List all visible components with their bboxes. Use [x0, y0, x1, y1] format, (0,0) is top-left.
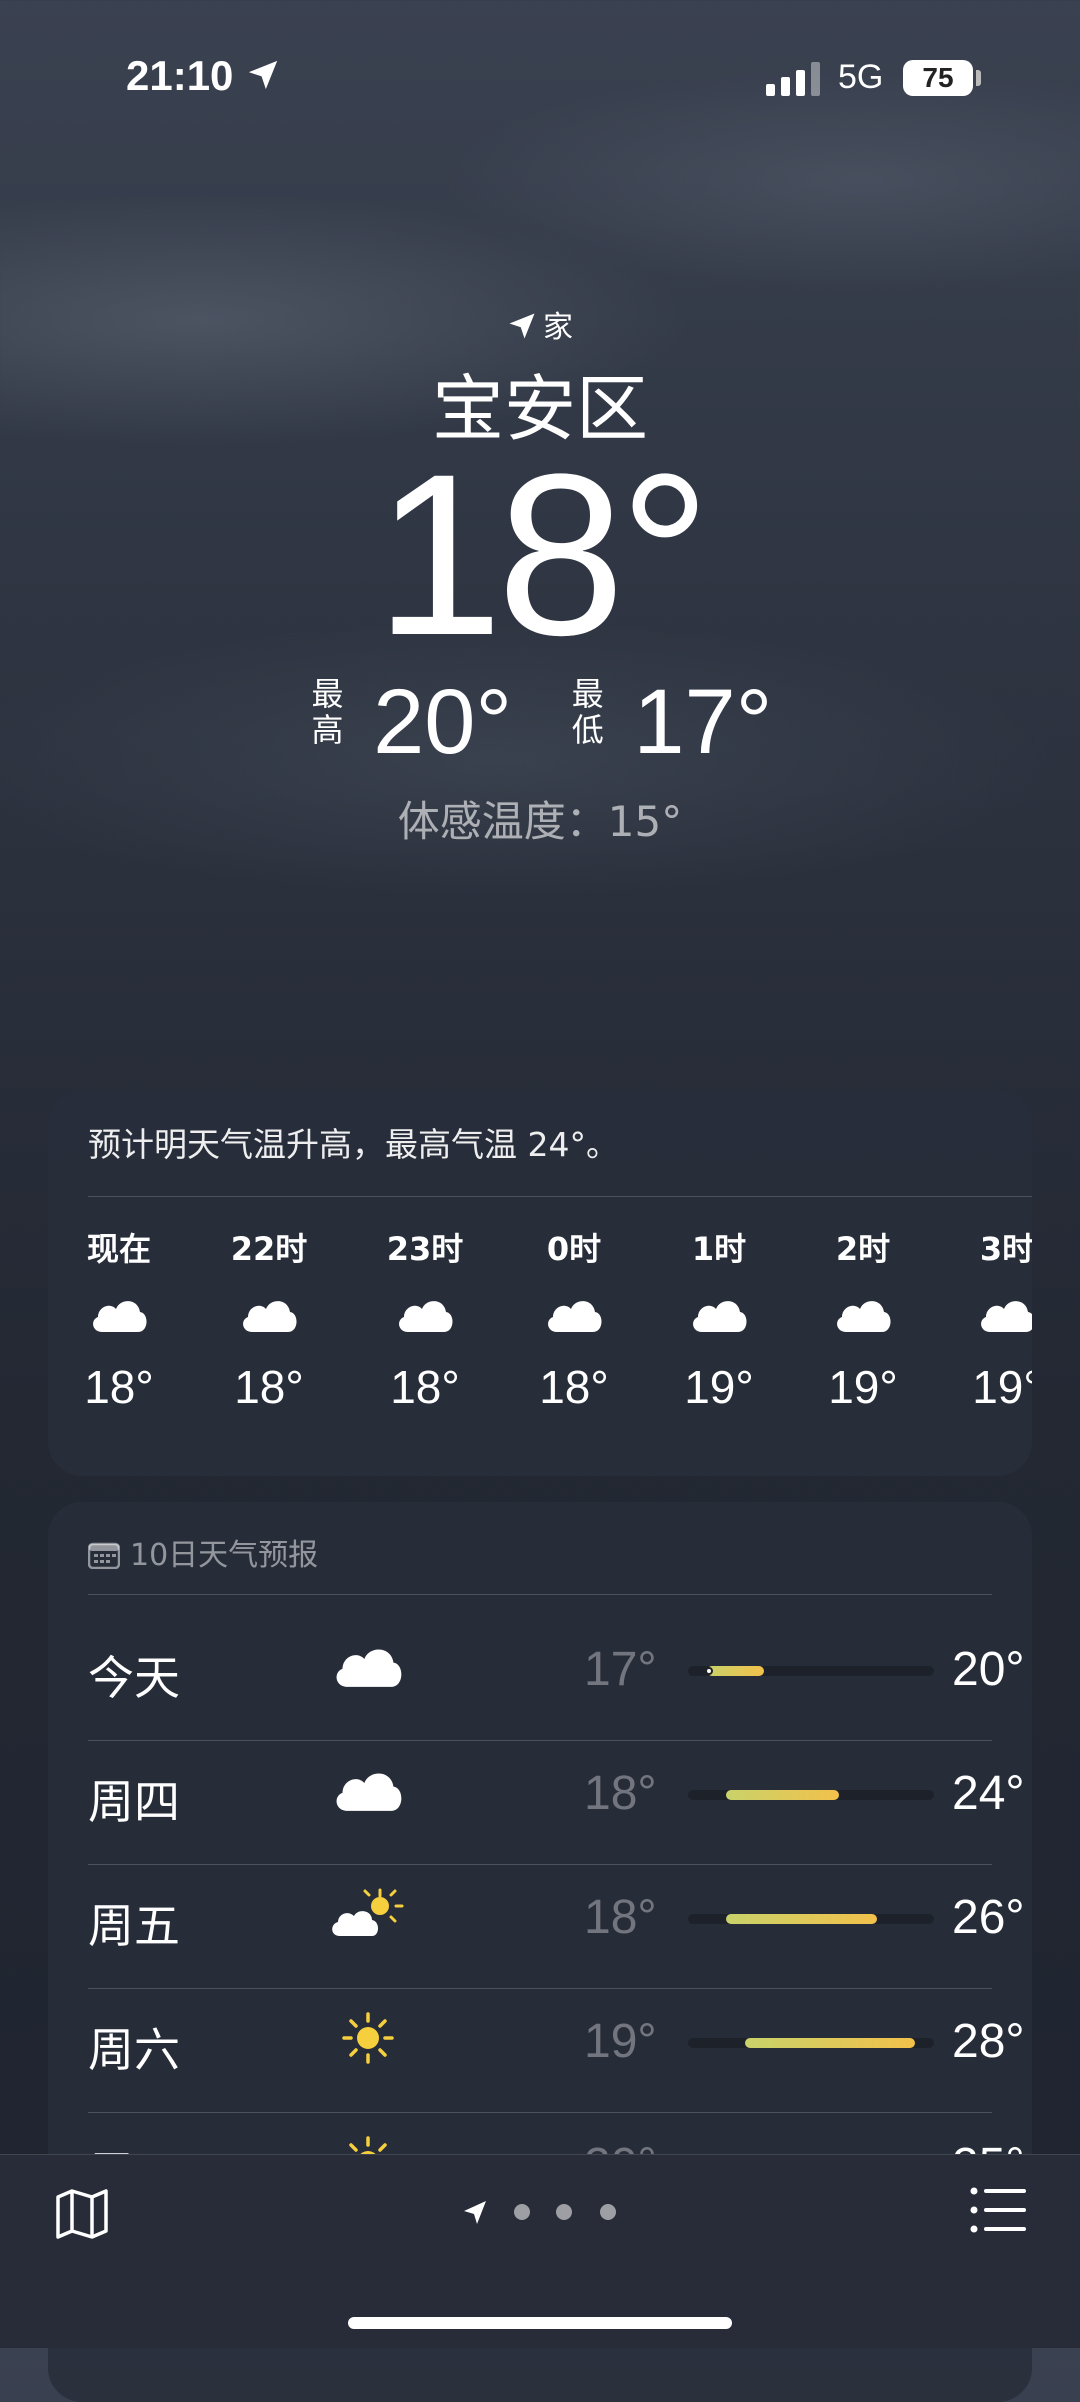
hourly-item: 现在 18° — [49, 1224, 189, 1414]
temperature-range-fill — [706, 1666, 764, 1676]
high-temperature: 26° — [952, 1891, 1025, 1944]
cloud-icon — [793, 1290, 933, 1350]
location-arrow-icon — [248, 60, 278, 90]
hour-temperature: 19° — [972, 1361, 1032, 1413]
temperature-range-bar — [688, 1914, 934, 1924]
hour-label: 2时 — [835, 1230, 891, 1268]
current-temp-dot — [704, 1667, 713, 1675]
day-label: 今天 — [88, 1651, 180, 1705]
location-arrow-icon — [509, 313, 535, 339]
feels-like: 体感温度：15° — [397, 797, 683, 846]
hourly-item: 23时 18° — [355, 1224, 495, 1414]
list-icon[interactable] — [970, 2185, 1026, 2235]
cloud-icon — [504, 1290, 644, 1350]
battery-tip — [976, 70, 981, 86]
temperature-range-bar — [688, 1666, 934, 1676]
day-label: 周六 — [88, 2023, 180, 2077]
bottom-toolbar — [0, 2154, 1080, 2348]
hour-label: 现在 — [86, 1230, 151, 1268]
daily-row[interactable]: 周六 19° 28° — [88, 1978, 1032, 2102]
high-temperature: 28° — [952, 2015, 1025, 2068]
high-temperature: 24° — [952, 1767, 1025, 1820]
hourly-item: 1时 19° — [649, 1224, 789, 1414]
hourly-item: 2时 19° — [793, 1224, 933, 1414]
cloud-icon — [937, 1290, 1032, 1350]
hour-temperature: 18° — [234, 1361, 304, 1413]
divider — [88, 1594, 992, 1595]
hour-temperature: 18° — [539, 1361, 609, 1413]
temperature-range-fill — [744, 2038, 916, 2048]
hour-label: 23时 — [386, 1230, 464, 1268]
low-label: 最低 — [571, 675, 604, 749]
location-home-row: 家 — [0, 302, 1080, 346]
daily-row[interactable]: 今天 17° 20° — [88, 1606, 1032, 1730]
hourly-item: 22时 18° — [199, 1224, 339, 1414]
forecast-summary: 预计明天气温升高，最高气温 24°。 — [88, 1125, 619, 1164]
divider — [88, 1196, 1032, 1197]
hourly-item: 3时 19° — [937, 1224, 1032, 1414]
cloud-icon — [328, 1760, 408, 1820]
hour-temperature: 18° — [84, 1361, 154, 1413]
cloud-icon — [49, 1290, 189, 1350]
low-temperature: 18° — [584, 1891, 657, 1944]
temperature-range-fill — [725, 1914, 878, 1924]
daily-row[interactable]: 周五 18° 26° — [88, 1854, 1032, 1978]
partly-sunny-icon — [328, 1884, 408, 1944]
network-type: 5G — [838, 58, 884, 96]
ten-day-title: 10日天气预报 — [130, 1538, 319, 1573]
cellular-signal-icon — [766, 62, 820, 96]
battery-level: 75 — [922, 62, 954, 93]
hour-label: 0时 — [546, 1230, 602, 1268]
current-temperature: 18° — [375, 426, 711, 683]
battery-icon: 75 — [903, 60, 973, 96]
day-label: 周四 — [88, 1775, 180, 1829]
home-label: 家 — [543, 310, 573, 345]
ten-day-header: 10日天气预报 — [87, 1530, 319, 1574]
temperature-range-fill — [725, 1790, 840, 1800]
hour-temperature: 18° — [390, 1361, 460, 1413]
hour-label: 22时 — [230, 1230, 308, 1268]
low-temperature: 19° — [584, 2015, 657, 2068]
status-bar: 21:10 5G 75 — [0, 0, 1080, 150]
temperature-range-bar — [688, 2038, 934, 2048]
high-low-row: 最高 20° 最低 17° — [0, 672, 1080, 772]
cloud-icon — [649, 1290, 789, 1350]
hourly-forecast-card[interactable]: 预计明天气温升高，最高气温 24°。 现在 18° 22时 18° 23时 18° 0时 18… — [48, 1090, 1032, 1476]
low-temperature: 18° — [584, 1767, 657, 1820]
hour-label: 1时 — [691, 1230, 747, 1268]
hour-label: 3时 — [979, 1230, 1032, 1268]
temperature-range-bar — [688, 1790, 934, 1800]
hourly-item: 0时 18° — [504, 1224, 644, 1414]
status-time: 21:10 — [126, 52, 234, 99]
high-temperature: 20° — [952, 1643, 1025, 1696]
home-indicator — [348, 2317, 732, 2329]
map-icon[interactable] — [54, 2185, 110, 2241]
high-temperature: 20° — [373, 671, 513, 773]
cloud-icon — [355, 1290, 495, 1350]
cloud-icon — [328, 1636, 408, 1696]
hour-temperature: 19° — [828, 1361, 898, 1413]
daily-row[interactable]: 周四 18° 24° — [88, 1730, 1032, 1854]
low-temperature: 17° — [584, 1643, 657, 1696]
low-temperature: 17° — [633, 671, 773, 773]
page-indicator[interactable] — [460, 2197, 630, 2227]
high-label: 最高 — [311, 675, 344, 749]
sun-icon — [328, 2008, 408, 2068]
day-label: 周五 — [88, 1899, 180, 1953]
cloud-icon — [199, 1290, 339, 1350]
hour-temperature: 19° — [684, 1361, 754, 1413]
calendar-icon — [87, 1542, 121, 1570]
